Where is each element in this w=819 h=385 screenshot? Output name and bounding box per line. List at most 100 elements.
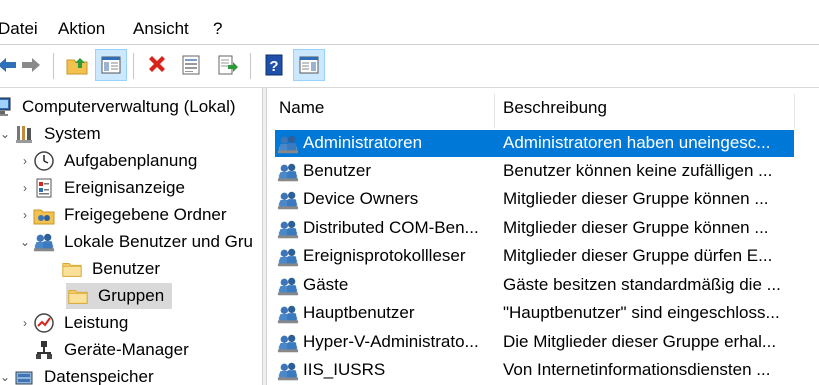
list-item[interactable]: Ereignisprotokollleser Mitglieder dieser…	[275, 243, 794, 270]
computer-management-icon	[0, 95, 14, 119]
toolbar: ?	[0, 45, 819, 87]
group-icon	[276, 188, 300, 212]
group-description: Administratoren haben uneingesc...	[503, 133, 771, 152]
group-description: Die Mitglieder dieser Gruppe erhal...	[503, 332, 777, 351]
action-pane-icon[interactable]	[293, 49, 325, 81]
tree-item-label: System	[44, 124, 101, 143]
column-header-name[interactable]: Name	[279, 88, 489, 128]
list-item[interactable]: Hauptbenutzer "Hauptbenutzer" sind einge…	[275, 300, 794, 327]
group-name: Distributed COM-Ben...	[303, 218, 479, 237]
tree-item-label: Gruppen	[96, 285, 167, 307]
toolbar-divider	[133, 53, 134, 79]
task-scheduler-icon	[32, 149, 56, 173]
export-list-icon[interactable]	[212, 50, 242, 80]
tree-item-system[interactable]: ⌄ System	[0, 121, 103, 147]
tree-item-label: Lokale Benutzer und Gru	[64, 232, 254, 251]
group-name: Ereignisprotokollleser	[303, 246, 466, 265]
list-item[interactable]: Hyper-V-Administrato... Die Mitglieder d…	[275, 329, 794, 356]
tree-item-datenspeicher[interactable]: ⌄ Datenspeicher	[0, 364, 156, 385]
chevron-down-icon[interactable]: ⌄	[0, 127, 12, 141]
tree-item-label: Freigegebene Ordner	[64, 205, 227, 224]
tree-item-label: Aufgabenplanung	[64, 151, 198, 170]
tree-item-leistung[interactable]: › Leistung	[18, 310, 130, 336]
group-name: Hyper-V-Administrato...	[303, 332, 479, 351]
folder-icon	[66, 284, 90, 308]
chevron-right-icon[interactable]: ›	[18, 181, 32, 195]
properties-icon[interactable]	[176, 50, 206, 80]
list-item[interactable]: IIS_IUSRS Von Internetinformationsdienst…	[275, 357, 794, 384]
console-tree-icon[interactable]	[95, 49, 127, 81]
help-icon[interactable]: ?	[259, 50, 289, 80]
group-icon	[276, 132, 300, 156]
list-item[interactable]: Distributed COM-Ben... Mitglieder dieser…	[275, 215, 794, 242]
storage-icon	[12, 365, 36, 385]
group-name: Gäste	[303, 275, 349, 294]
group-description: Mitglieder dieser Gruppe dürfen E...	[503, 246, 773, 265]
column-separator[interactable]	[794, 94, 795, 128]
column-separator[interactable]	[494, 94, 495, 128]
column-header-beschreibung[interactable]: Beschreibung	[503, 88, 793, 128]
toolbar-divider	[53, 53, 54, 79]
up-folder-icon[interactable]	[62, 50, 92, 80]
group-description: Gäste besitzen standardmäßig die ...	[503, 275, 781, 294]
chevron-right-icon[interactable]: ›	[18, 316, 32, 330]
chevron-right-icon[interactable]: ›	[18, 208, 32, 222]
toolbar-divider	[250, 53, 251, 79]
group-icon	[276, 217, 300, 241]
event-viewer-icon	[32, 176, 56, 200]
menu-help[interactable]: ?	[213, 19, 222, 39]
group-description: Mitglieder dieser Gruppe können ...	[503, 218, 769, 237]
svg-text:?: ?	[269, 58, 278, 75]
tree-item-gruppen[interactable]: Gruppen	[66, 283, 173, 309]
groups-list[interactable]: Name Beschreibung Administratoren Admini…	[267, 88, 819, 385]
group-description: Mitglieder dieser Gruppe können ...	[503, 189, 769, 208]
list-item[interactable]: Gäste Gäste besitzen standardmäßig die .…	[275, 272, 794, 299]
chevron-right-icon[interactable]: ›	[18, 154, 32, 168]
tree-item-label: Computerverwaltung (Lokal)	[22, 97, 236, 116]
tree-item-label: Geräte-Manager	[64, 340, 189, 359]
group-icon	[276, 302, 300, 326]
folder-icon	[60, 257, 84, 281]
group-icon	[276, 359, 300, 383]
shared-folders-icon	[32, 203, 56, 227]
group-name: Administratoren	[303, 133, 423, 152]
tree-item-label: Ereignisanzeige	[64, 178, 185, 197]
tree-item-freigegebene-ordner[interactable]: › Freigegebene Ordner	[18, 202, 229, 228]
menu-bar: Datei Aktion Ansicht ?	[0, 0, 819, 44]
device-manager-icon	[32, 338, 56, 362]
tree-item-benutzer[interactable]: Benutzer	[60, 256, 162, 282]
tree-item-aufgabenplanung[interactable]: › Aufgabenplanung	[18, 148, 199, 174]
group-name: Device Owners	[303, 189, 419, 208]
group-icon	[276, 331, 300, 355]
list-item[interactable]: Administratoren Administratoren haben un…	[275, 130, 794, 157]
group-name: Hauptbenutzer	[303, 303, 415, 322]
group-icon	[276, 274, 300, 298]
tree-item-label: Datenspeicher	[44, 367, 154, 385]
performance-icon	[32, 311, 56, 335]
tree-item-label: Leistung	[64, 313, 129, 332]
group-description: "Hauptbenutzer" sind eingeschloss...	[503, 303, 780, 322]
menu-ansicht[interactable]: Ansicht	[133, 19, 189, 39]
tree-item-ereignisanzeige[interactable]: › Ereignisanzeige	[18, 175, 187, 201]
tree-item-label: Benutzer	[92, 259, 161, 278]
menu-datei[interactable]: Datei	[0, 19, 38, 39]
tree-item-computerverwaltung[interactable]: Computerverwaltung (Lokal)	[0, 94, 238, 120]
group-name: IIS_IUSRS	[303, 360, 386, 379]
chevron-down-icon[interactable]: ⌄	[0, 370, 12, 384]
delete-icon[interactable]	[142, 50, 172, 80]
group-icon	[276, 160, 300, 184]
group-icon	[276, 245, 300, 269]
group-description: Von Internetinformationsdiensten ...	[503, 360, 771, 379]
system-tools-icon	[12, 122, 36, 146]
list-item[interactable]: Benutzer Benutzer können keine zufällige…	[275, 158, 794, 185]
tree-item-lokale-benutzer-und-gruppen[interactable]: ⌄ Lokale Benutzer und Gru	[18, 229, 255, 255]
menu-aktion[interactable]: Aktion	[58, 19, 105, 39]
group-description: Benutzer können keine zufälligen ...	[503, 161, 773, 180]
console-tree[interactable]: Computerverwaltung (Lokal) ⌄ System › Au…	[0, 88, 262, 385]
forward-arrow-icon[interactable]	[16, 50, 46, 80]
group-name: Benutzer	[303, 161, 372, 180]
list-item[interactable]: Device Owners Mitglieder dieser Gruppe k…	[275, 186, 794, 213]
local-users-groups-icon	[32, 230, 56, 254]
tree-item-geraete-manager[interactable]: Geräte-Manager	[32, 337, 191, 363]
chevron-down-icon[interactable]: ⌄	[18, 235, 32, 249]
